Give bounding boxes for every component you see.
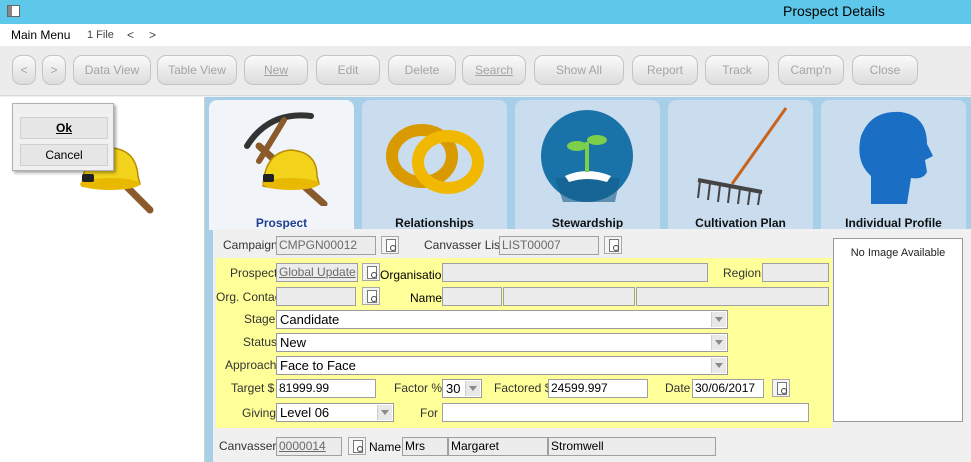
rake-icon [697,107,788,206]
status-select[interactable]: New [276,333,728,352]
region-label: Region [723,266,762,280]
window-title: Prospect Details [783,3,885,19]
date-label: Date [665,381,691,395]
show-all-button[interactable]: Show All [534,55,624,85]
data-view-button[interactable]: Data View [73,55,151,85]
campaign-label: Campaign [223,238,278,252]
stage-label: Stage [244,312,276,326]
edit-button[interactable]: Edit [316,55,380,85]
canvasser-label: Canvasser [219,439,277,453]
tab-cultivation-plan[interactable]: Cultivation Plan [668,100,813,230]
date-field[interactable]: 30/06/2017 [692,379,764,398]
menu-forward[interactable]: > [149,28,156,42]
prev-record-button[interactable]: < [12,55,36,85]
calendar-icon[interactable] [772,379,790,397]
org-contact-label: Org. Contact [216,290,285,304]
canvasser-first-name-field[interactable]: Margaret [448,437,548,456]
prospect-lookup-icon[interactable] [362,263,380,281]
new-button[interactable]: New [244,55,308,85]
status-value: New [280,335,307,350]
contact-title-field[interactable] [442,287,502,306]
menu-back[interactable]: < [127,28,134,42]
chevron-down-icon[interactable] [377,405,392,420]
chevron-down-icon[interactable] [465,381,480,396]
target-field[interactable]: 81999.99 [276,379,376,398]
close-button[interactable]: Close [852,55,918,85]
toolbar: < > Data View Table View New Edit Delete… [0,46,971,96]
factor-value: 30 [446,381,461,396]
canvasser-last-name-field[interactable]: Stromwell [548,437,716,456]
next-record-button[interactable]: > [42,55,66,85]
tab-relationships-label: Relationships [395,216,474,230]
report-button[interactable]: Report [632,55,698,85]
canvasser-list-lookup-icon[interactable] [604,236,622,254]
factor-select[interactable]: 30 [442,379,482,398]
canvasser-title-field[interactable]: Mrs [402,437,448,456]
factor-label: Factor % [394,381,443,395]
organisation-label: Organisation [380,268,449,282]
tab-prospect-label: Prospect [255,216,308,230]
search-button[interactable]: Search [462,55,526,85]
canvasser-list-field[interactable]: LIST00007 [499,236,599,255]
factored-field[interactable]: 24599.997 [548,379,648,398]
giving-select[interactable]: Level 06 [276,403,394,422]
giving-label: Giving [242,406,277,420]
menu-file[interactable]: 1 File [87,29,114,41]
contact-last-name-field[interactable] [636,287,829,306]
tab-individual-profile[interactable]: Individual Profile [821,100,966,230]
giving-value: Level 06 [280,405,330,420]
campaign-field[interactable]: CMPGN00012 [276,236,376,255]
chevron-down-icon[interactable] [711,312,726,327]
canvasser-list-label: Canvasser List [424,238,504,252]
canvasser-name-label: Name [369,440,402,454]
stage-value: Candidate [280,312,340,327]
canvasser-field[interactable]: 0000014 [276,437,342,456]
head-profile-icon [859,111,933,204]
approach-label: Approach [225,358,277,372]
chevron-down-icon[interactable] [711,358,726,373]
approach-value: Face to Face [280,358,356,373]
no-image-text: No Image Available [850,247,946,259]
factored-label: Factored $ [494,381,552,395]
cancel-button[interactable]: Cancel [20,144,108,166]
menu-bar: Main Menu 1 File < > [0,24,971,46]
contact-first-name-field[interactable] [503,287,635,306]
ok-button[interactable]: Ok [20,117,108,139]
table-view-button[interactable]: Table View [157,55,237,85]
campaign-button[interactable]: Camp'n [778,55,844,85]
chevron-down-icon[interactable] [711,335,726,350]
app-icon [7,5,20,17]
confirm-popup: Ok Cancel [12,103,114,171]
tab-individual-profile-label: Individual Profile [845,216,942,230]
canvasser-lookup-icon[interactable] [348,437,366,455]
rings-icon [386,124,484,194]
for-field[interactable] [442,403,809,422]
approach-select[interactable]: Face to Face [276,356,728,375]
tab-relationships[interactable]: Relationships [362,100,507,230]
for-label: For [420,406,438,420]
tab-cultivation-plan-label: Cultivation Plan [695,216,786,230]
tab-stewardship[interactable]: Stewardship [515,100,660,230]
campaign-lookup-icon[interactable] [381,236,399,254]
delete-button[interactable]: Delete [388,55,456,85]
region-field[interactable] [762,263,829,282]
status-label: Status [243,335,278,349]
organisation-field[interactable] [442,263,708,282]
prospect-image-box: No Image Available [833,238,963,422]
title-bar: Prospect Details [0,0,971,24]
tab-stewardship-label: Stewardship [551,216,624,230]
contact-name-label: Name [410,291,443,305]
target-label: Target $ [231,381,275,395]
prospect-field[interactable]: Global Update [276,263,358,282]
track-button[interactable]: Track [705,55,769,85]
tab-prospect[interactable]: Prospect [209,100,354,230]
menu-main[interactable]: Main Menu [11,28,70,42]
org-contact-field[interactable] [276,287,356,306]
org-contact-lookup-icon[interactable] [362,287,380,305]
stage-select[interactable]: Candidate [276,310,728,329]
stewardship-plant-icon [541,110,633,202]
prospect-label: Prospect [230,266,278,280]
pickaxe-helmet-icon [244,112,328,206]
